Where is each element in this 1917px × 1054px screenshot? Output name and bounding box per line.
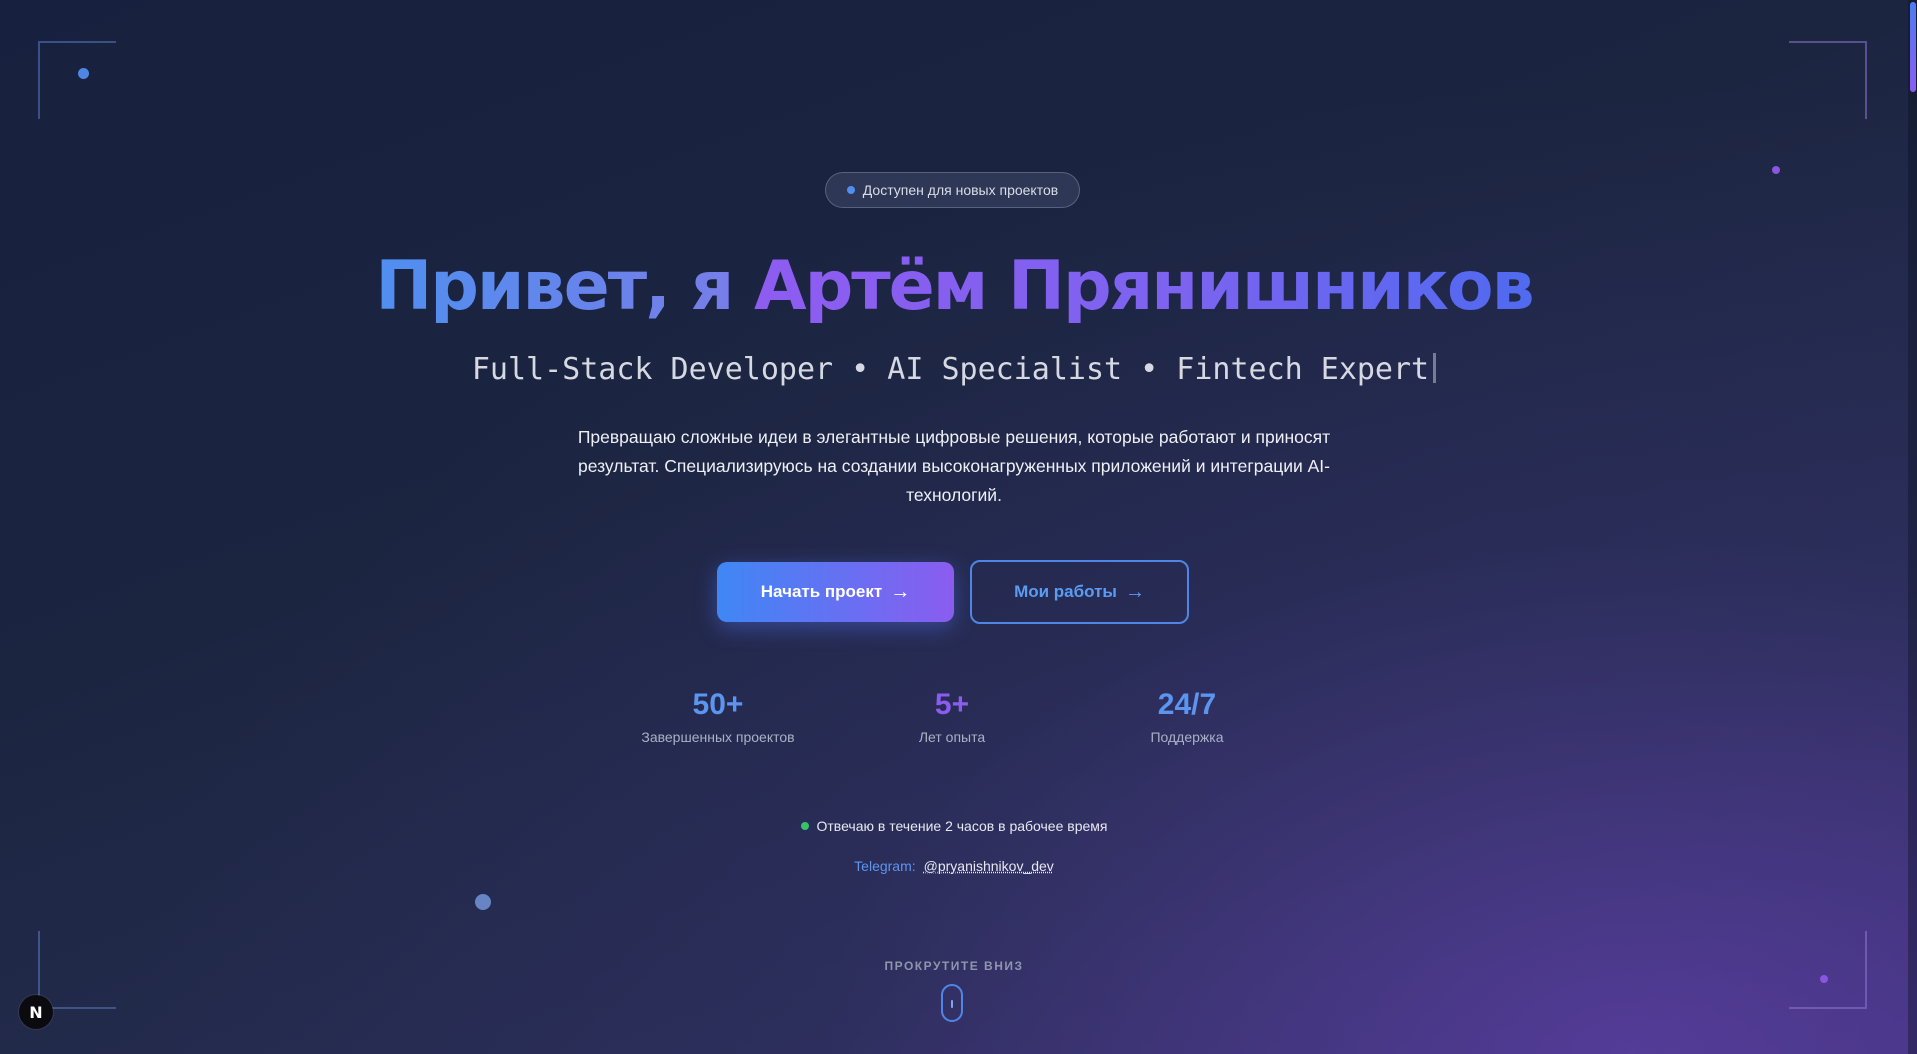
stat-label: Поддержка [1150,729,1224,745]
telegram-link[interactable]: @pryanishnikov_dev [924,858,1054,874]
arrow-right-icon: → [1124,580,1145,603]
decorative-dot [1820,975,1828,983]
roles-text: Full-Stack Developer • AI Specialist • F… [471,352,1430,387]
response-time-note: Отвечаю в течение 2 часов в рабочее врем… [0,818,1908,834]
response-time-text: Отвечаю в течение 2 часов в рабочее врем… [816,818,1108,834]
stat-value: 24/7 [1157,688,1217,721]
scrollbar-thumb[interactable] [1910,2,1916,92]
stat-value: 50+ [692,688,744,721]
hero-name: Артём Прянишников [753,247,1535,326]
stat-support: 24/7 Поддержка [1087,687,1287,745]
decorative-dot [78,68,89,79]
mouse-scroll-icon[interactable] [941,984,963,1022]
availability-text: Доступен для новых проектов [862,182,1059,198]
mouse-wheel [951,1000,953,1008]
nextjs-dev-badge[interactable]: N [19,995,53,1029]
stat-label: Лет опыта [918,729,986,745]
hero-title: Привет, я Артём Прянишников [0,245,1908,329]
telegram-contact: Telegram: @pryanishnikov_dev [0,858,1908,874]
status-dot-icon [846,186,855,194]
start-project-label: Начать проект [760,582,883,601]
scroll-down-hint: ПРОКРУТИТЕ ВНИЗ [884,959,1024,973]
stat-experience: 5+ Лет опыта [852,687,1052,745]
corner-frame-top-left [38,41,116,119]
corner-frame-top-right [1789,41,1867,119]
hero-roles: Full-Stack Developer • AI Specialist • F… [0,352,1908,387]
hero-section: Доступен для новых проектов Привет, я Ар… [0,0,1917,1054]
my-works-label: Мои работы [1014,582,1117,601]
start-project-button[interactable]: Начать проект → [717,562,954,622]
telegram-label: Telegram: [854,858,916,874]
my-works-button[interactable]: Мои работы → [970,560,1189,624]
decorative-dot [1772,166,1780,174]
online-dot-icon [800,822,809,830]
availability-badge: Доступен для новых проектов [825,172,1080,208]
arrow-right-icon: → [890,580,911,603]
hero-description: Превращаю сложные идеи в элегантные цифр… [577,427,1331,505]
stat-projects: 50+ Завершенных проектов [618,687,818,745]
stat-label: Завершенных проектов [641,729,795,745]
typing-cursor [1433,353,1437,383]
scrollbar-track[interactable] [1908,0,1917,1054]
decorative-dot [475,894,491,910]
stat-value: 5+ [934,688,970,721]
hero-greeting: Привет, я [375,247,754,326]
